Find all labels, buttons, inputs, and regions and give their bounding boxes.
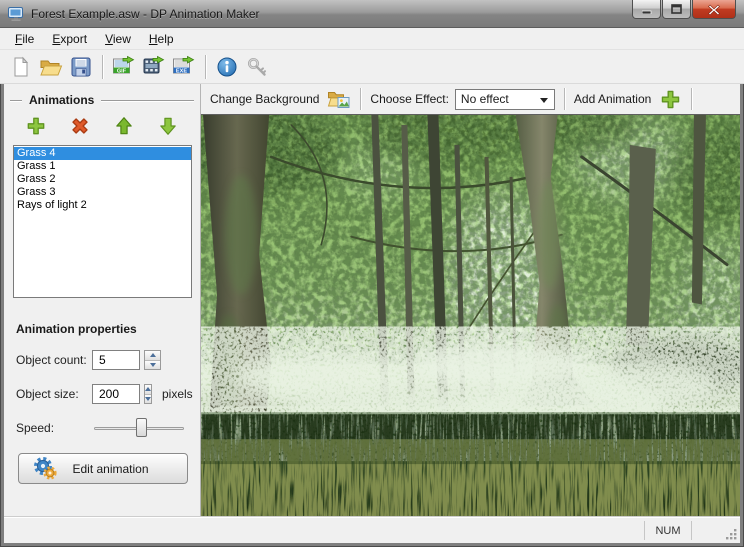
delete-animation-item-button[interactable] — [67, 115, 93, 137]
list-item[interactable]: Grass 3 — [14, 186, 191, 199]
add-animation-button[interactable]: Add Animation — [574, 88, 682, 111]
new-file-icon — [14, 56, 29, 76]
speed-label: Speed: — [16, 420, 55, 435]
move-down-button[interactable] — [155, 115, 181, 137]
maximize-icon — [671, 4, 682, 14]
open-folder-icon — [40, 60, 63, 75]
speed-slider-thumb[interactable] — [135, 418, 147, 437]
animation-list-actions — [14, 115, 190, 137]
edit-animation-button[interactable]: Edit animation — [18, 453, 188, 484]
arrow-up-icon — [116, 117, 132, 135]
menu-view[interactable]: View — [96, 29, 140, 49]
effectbar-separator — [360, 88, 362, 110]
minimize-button[interactable] — [632, 0, 661, 19]
spin-up-icon — [149, 353, 156, 358]
main-toolbar: GIF EXE — [0, 50, 744, 84]
maximize-button[interactable] — [662, 0, 691, 19]
add-animation-label: Add Animation — [573, 92, 652, 106]
export-video-icon — [143, 55, 165, 74]
spin-down-icon — [145, 396, 151, 401]
object-count-label: Object count: — [16, 353, 87, 367]
add-animation-item-button[interactable] — [23, 115, 49, 137]
num-lock-label: NUM — [655, 524, 681, 537]
toolbar-separator — [102, 54, 103, 79]
export-exe-button[interactable]: EXE — [170, 53, 198, 81]
menu-file[interactable]: File — [6, 29, 43, 49]
chevron-down-icon — [539, 97, 548, 103]
menu-bar: File Export View Help — [0, 28, 744, 50]
info-button[interactable] — [213, 53, 241, 81]
effect-dropdown[interactable]: No effect — [454, 88, 555, 110]
change-background-label: Change Background — [210, 92, 320, 106]
num-lock-indicator: NUM — [644, 521, 692, 540]
menu-export[interactable]: Export — [43, 29, 96, 49]
delete-x-icon — [72, 118, 88, 134]
spin-up-icon — [145, 387, 151, 392]
info-icon — [217, 57, 237, 76]
menu-help[interactable]: Help — [140, 29, 183, 49]
speed-slider[interactable] — [94, 418, 184, 437]
gif-badge: GIF — [117, 68, 127, 74]
open-file-button[interactable] — [37, 53, 65, 81]
arrow-down-icon — [160, 117, 176, 135]
save-button[interactable] — [67, 53, 95, 81]
background-preview — [201, 114, 740, 517]
exe-badge: EXE — [176, 68, 187, 74]
effect-dropdown-value: No effect — [460, 92, 509, 106]
choose-effect-label: Choose Effect: — [370, 92, 449, 106]
export-exe-icon: EXE — [173, 55, 195, 74]
spin-down-button[interactable] — [145, 359, 160, 369]
license-key-icon — [248, 57, 266, 76]
properties-heading: Animation properties — [16, 322, 137, 336]
animations-panel: Animations Grass 4 Grass 1 Grass 2 Grass… — [4, 84, 201, 517]
list-item[interactable]: Grass 1 — [14, 160, 191, 173]
close-icon — [708, 4, 720, 15]
export-gif-button[interactable]: GIF — [110, 53, 138, 81]
spin-down-icon — [149, 362, 156, 367]
save-icon — [71, 57, 91, 76]
object-size-label: Object size: — [16, 387, 79, 401]
add-animation-plus-icon — [662, 90, 680, 108]
effectbar-separator — [691, 88, 693, 110]
toolbar-separator — [205, 54, 206, 79]
object-size-stepper — [144, 384, 152, 404]
effectbar-separator — [563, 88, 565, 110]
app-icon — [8, 6, 23, 21]
title-bar[interactable]: Forest Example.asw - DP Animation Maker — [0, 0, 744, 28]
status-bar: NUM — [4, 517, 740, 543]
edit-animation-label: Edit animation — [72, 461, 149, 476]
plus-icon — [27, 117, 45, 135]
object-count-stepper — [144, 350, 161, 370]
gears-icon — [34, 457, 57, 480]
list-item[interactable]: Grass 4 — [14, 147, 191, 160]
move-up-button[interactable] — [111, 115, 137, 137]
export-video-button[interactable] — [140, 53, 168, 81]
spin-up-button[interactable] — [145, 351, 160, 360]
resize-grip[interactable] — [725, 528, 738, 541]
spin-down-button[interactable] — [145, 393, 151, 403]
list-item[interactable]: Rays of light 2 — [14, 199, 191, 212]
forest-background-image — [201, 115, 740, 517]
spin-up-button[interactable] — [145, 385, 151, 394]
object-size-input[interactable] — [92, 384, 140, 404]
app-window: Forest Example.asw - DP Animation Maker … — [0, 0, 744, 547]
animations-header-label: Animations — [29, 93, 95, 107]
minimize-icon — [641, 10, 651, 14]
change-background-button[interactable]: Change Background — [210, 89, 351, 110]
object-count-input[interactable] — [92, 350, 140, 370]
effect-bar: Change Background Choose Effect: No effe… — [201, 84, 740, 114]
animation-list: Grass 4 Grass 1 Grass 2 Grass 3 Rays of … — [13, 145, 192, 298]
list-item[interactable]: Grass 2 — [14, 173, 191, 186]
new-file-button[interactable] — [7, 53, 35, 81]
export-gif-icon: GIF — [113, 55, 135, 74]
license-key-button[interactable] — [243, 53, 271, 81]
close-button[interactable] — [692, 0, 736, 19]
animations-group-header: Animations — [10, 93, 194, 107]
change-background-icon — [328, 91, 350, 108]
window-title: Forest Example.asw - DP Animation Maker — [31, 6, 260, 21]
object-size-unit: pixels — [162, 387, 193, 401]
